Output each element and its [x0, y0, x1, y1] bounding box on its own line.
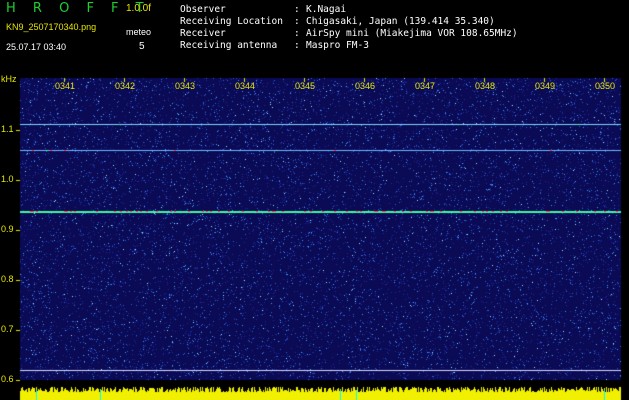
y-tick-label: 0.8	[1, 274, 14, 284]
x-tick-label: 0342	[115, 81, 136, 91]
info-antenna: Receiving antenna: Maspro FM-3	[180, 40, 369, 51]
info-key: Observer	[180, 4, 226, 15]
meteo-label: meteo	[126, 27, 152, 37]
version-label: 1.0.0f	[126, 3, 152, 14]
filename-label: KN9_2507170340.png	[6, 22, 97, 32]
y-tick-label: 0.6	[1, 374, 14, 384]
y-tick-label: 0.7	[1, 324, 14, 334]
info-receiver: Receiver: AirSpy mini (Miakejima VOR 108.…	[180, 28, 518, 39]
info-observer: Observer: K.Nagai	[180, 4, 346, 15]
info-location: Receiving Location: Chigasaki, Japan (139…	[180, 16, 495, 27]
y-tick-label: 1.1	[1, 124, 14, 134]
y-tick-label: 0.9	[1, 224, 14, 234]
info-sep: :	[294, 4, 300, 15]
info-sep: :	[294, 28, 300, 39]
info-value: Chigasaki, Japan (139.414 35.340)	[306, 16, 495, 27]
x-tick-label: 0343	[175, 81, 196, 91]
x-tick-label: 0345	[295, 81, 316, 91]
x-tick-label: 0341	[55, 81, 76, 91]
datetime-label: 25.07.17 03:40	[6, 42, 67, 52]
y-tick-label: 1.0	[1, 174, 14, 184]
x-tick-label: 0344	[235, 81, 256, 91]
info-value: Maspro FM-3	[306, 40, 369, 51]
header-panel: H R O F F T 1.0.0f KN9_2507170340.png me…	[0, 0, 629, 70]
info-value: AirSpy mini (Miakejima VOR 108.65MHz)	[306, 28, 518, 39]
x-tick-label: 0348	[475, 81, 496, 91]
meteo-count: 5	[139, 41, 145, 52]
spectrogram-canvas	[0, 70, 629, 400]
x-tick-label: 0350	[595, 81, 616, 91]
x-tick-label: 0346	[355, 81, 376, 91]
info-key: Receiving antenna	[180, 40, 278, 51]
x-tick-label: 0349	[535, 81, 556, 91]
info-sep: :	[294, 40, 300, 51]
y-unit-label: kHz	[1, 74, 17, 84]
info-value: K.Nagai	[306, 4, 347, 15]
info-key: Receiving Location	[180, 16, 283, 27]
info-sep: :	[294, 16, 300, 27]
info-key: Receiver	[180, 28, 226, 39]
x-tick-label: 0347	[415, 81, 436, 91]
